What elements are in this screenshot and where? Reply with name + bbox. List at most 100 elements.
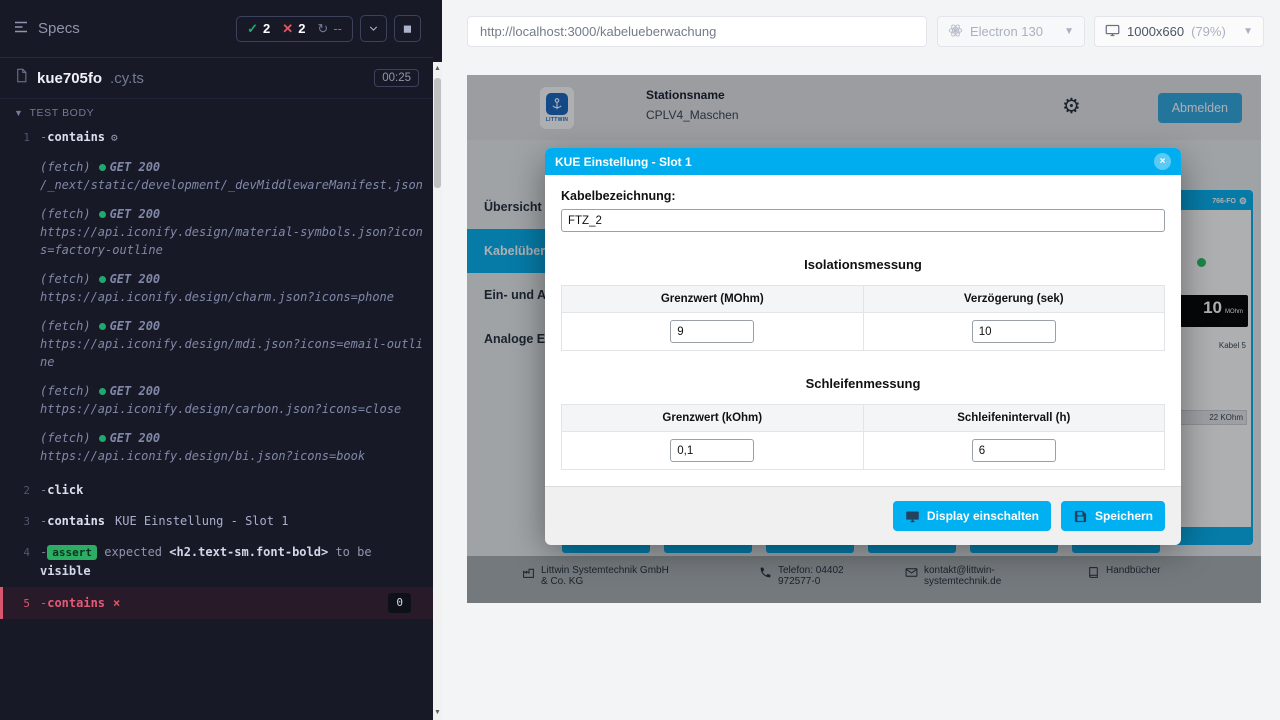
command-row-assert[interactable]: 4 -assert expected <h2.text-sm.font-bold…: [0, 540, 433, 583]
stat-failed: ✕ 2: [282, 21, 305, 37]
command-number: 4: [0, 543, 40, 580]
spec-timer: 00:25: [374, 69, 419, 87]
modal-title: KUE Einstellung - Slot 1: [555, 155, 692, 169]
column-header: Verzögerung (sek): [863, 286, 1165, 313]
reporter-scrollbar[interactable]: ▲ ▼: [433, 0, 442, 720]
chevron-down-icon: ▼: [14, 108, 24, 118]
monitor-icon: [1105, 23, 1120, 41]
chevron-down-icon: ▼: [1243, 26, 1253, 37]
stat-passed: ✓ 2: [247, 21, 270, 37]
cypress-reporter: Specs ✓ 2 ✕ 2 ↻ -- ◼: [0, 0, 433, 720]
save-button[interactable]: Speichern: [1061, 501, 1165, 531]
command-row-contains-failed[interactable]: 5 -contains × 0: [0, 587, 433, 619]
close-icon[interactable]: ×: [1154, 153, 1171, 170]
status-dot-icon: [99, 435, 106, 442]
fetch-log[interactable]: (fetch)GET 200 https://api.iconify.desig…: [40, 429, 423, 465]
reporter-controls: Specs ✓ 2 ✕ 2 ↻ -- ◼: [0, 0, 433, 58]
scrollbar-thumb[interactable]: [434, 78, 441, 188]
monitor-icon: [905, 509, 920, 524]
electron-icon: [948, 23, 963, 41]
display-on-button[interactable]: Display einschalten: [893, 501, 1051, 531]
command-row-contains-2[interactable]: 3 -containsKUE Einstellung - Slot 1: [0, 509, 433, 534]
cable-name-label: Kabelbezeichnung:: [561, 189, 1165, 203]
stop-icon: ◼: [403, 22, 412, 35]
kue-settings-modal: KUE Einstellung - Slot 1 × Kabelbezeichn…: [545, 148, 1181, 538]
isolation-table: Grenzwert (MOhm) Verzögerung (sek): [561, 285, 1165, 351]
url-bar[interactable]: http://localhost:3000/kabelueberwachung: [467, 16, 927, 47]
collapse-all-button[interactable]: [360, 15, 387, 42]
column-header: Grenzwert (MOhm): [562, 286, 864, 313]
specs-menu-icon: [12, 18, 30, 40]
viewport-zoom: (79%): [1191, 24, 1226, 39]
scroll-down-arrow[interactable]: ▼: [433, 706, 442, 720]
x-icon: ✕: [282, 21, 293, 37]
command-number: 3: [0, 512, 40, 531]
command-name: contains: [47, 514, 105, 528]
fail-x-icon: ×: [113, 594, 120, 612]
command-row-click[interactable]: 2 -click: [0, 478, 433, 503]
save-icon: [1073, 509, 1088, 524]
fetch-log[interactable]: (fetch)GET 200 https://api.iconify.desig…: [40, 270, 423, 306]
chevron-down-icon: [367, 22, 380, 35]
isolation-delay-input[interactable]: [972, 320, 1056, 343]
command-argument: KUE Einstellung - Slot 1: [115, 514, 288, 528]
browser-name: Electron 130: [970, 24, 1043, 39]
assert-badge: assert: [47, 545, 97, 560]
schleifen-table: Grenzwert (kOhm) Schleifenintervall (h): [561, 404, 1165, 470]
modal-footer: Display einschalten Speichern: [545, 486, 1181, 545]
browser-select[interactable]: Electron 130 ▼: [937, 16, 1085, 47]
column-header: Schleifenintervall (h): [863, 405, 1165, 432]
viewport-select[interactable]: 1000x660 (79%) ▼: [1094, 16, 1264, 47]
cable-name-input[interactable]: [561, 209, 1165, 232]
fetch-log[interactable]: (fetch)GET 200 https://api.iconify.desig…: [40, 317, 423, 371]
fetch-log[interactable]: (fetch)GET 200 /_next/static/development…: [40, 158, 423, 194]
fetch-url: https://api.iconify.design/mdi.json?icon…: [40, 335, 423, 371]
fetch-url: https://api.iconify.design/bi.json?icons…: [40, 447, 423, 465]
command-name: contains: [47, 130, 105, 144]
fetch-log[interactable]: (fetch)GET 200 https://api.iconify.desig…: [40, 205, 423, 259]
command-number: 2: [0, 481, 40, 500]
section-title-isolation: Isolationsmessung: [561, 257, 1165, 272]
fetch-url: https://api.iconify.design/charm.json?ic…: [40, 288, 423, 306]
section-title-schleife: Schleifenmessung: [561, 376, 1165, 391]
stat-pending: ↻ --: [317, 21, 342, 37]
chevron-down-icon: ▼: [1064, 26, 1074, 37]
isolation-limit-input[interactable]: [670, 320, 754, 343]
spec-name: kue705fo: [37, 70, 102, 87]
options-gear-icon: ⚙: [111, 131, 118, 144]
fetch-url: https://api.iconify.design/material-symb…: [40, 223, 423, 259]
command-name: contains: [47, 594, 105, 612]
command-name: click: [47, 483, 83, 497]
retry-count-badge: 0: [388, 593, 411, 613]
viewport-size: 1000x660: [1127, 24, 1184, 39]
specs-label: Specs: [38, 20, 80, 37]
fetch-url: /_next/static/development/_devMiddleware…: [40, 176, 423, 194]
modal-header: KUE Einstellung - Slot 1 ×: [545, 148, 1181, 175]
command-number: 5: [3, 594, 40, 613]
fetch-url: https://api.iconify.design/carbon.json?i…: [40, 400, 423, 418]
specs-nav[interactable]: Specs: [12, 18, 80, 40]
command-log: 1 -contains⚙ (fetch)GET 200 /_next/stati…: [0, 125, 433, 619]
document-icon: [14, 68, 29, 88]
test-body-toggle[interactable]: ▼ TEST BODY: [0, 99, 433, 125]
scroll-up-arrow[interactable]: ▲: [433, 62, 442, 76]
status-dot-icon: [99, 276, 106, 283]
status-dot-icon: [99, 164, 106, 171]
schleifen-limit-input[interactable]: [670, 439, 754, 462]
command-row-contains-1[interactable]: 1 -contains⚙ (fetch)GET 200 /_next/stati…: [0, 125, 433, 468]
test-stats: ✓ 2 ✕ 2 ↻ --: [236, 16, 353, 42]
status-dot-icon: [99, 211, 106, 218]
assert-selector: <h2.text-sm.font-bold>: [169, 545, 328, 559]
schleifen-interval-input[interactable]: [972, 439, 1056, 462]
check-icon: ✓: [247, 21, 258, 37]
refresh-icon: ↻: [317, 21, 328, 37]
runner-main-panel: http://localhost:3000/kabelueberwachung …: [442, 0, 1280, 720]
spec-header[interactable]: kue705fo .cy.ts 00:25: [0, 58, 433, 99]
command-number: 1: [0, 128, 40, 465]
spec-extension: .cy.ts: [110, 70, 144, 87]
column-header: Grenzwert (kOhm): [562, 405, 864, 432]
status-dot-icon: [99, 388, 106, 395]
stop-button[interactable]: ◼: [394, 15, 421, 42]
aut-frame: LITTWIN Stationsname CPLV4_Maschen ⚙ Abm…: [467, 75, 1261, 603]
fetch-log[interactable]: (fetch)GET 200 https://api.iconify.desig…: [40, 382, 423, 418]
